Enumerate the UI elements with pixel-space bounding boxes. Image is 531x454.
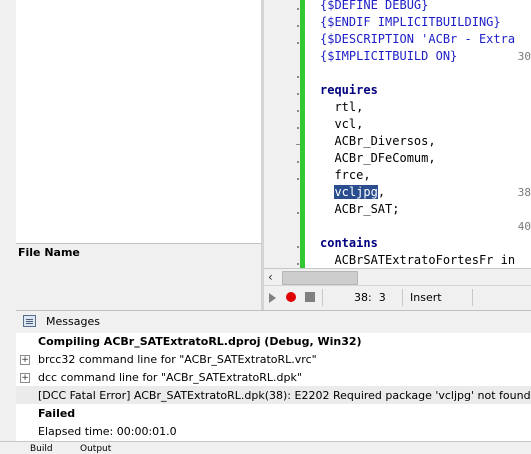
stop-macro-icon[interactable] [305,292,315,302]
error-message-row[interactable]: [DCC Fatal Error] ACBr_SATExtratoRL.dpk(… [38,389,531,402]
tab-output[interactable]: Output [80,444,111,454]
code-line: {$DEFINE DEBUG} [320,0,429,12]
code-line: ACBr_SAT; [320,202,400,216]
line-gutter [264,0,304,268]
status-separator [402,289,403,306]
code-line: ACBrSATExtratoFortesFr in [320,253,516,267]
gutter-dot [297,263,299,265]
code-line: rtl, [320,100,364,114]
tab-build[interactable]: Build [30,444,53,454]
code-line: ACBr_Diversos, [320,134,436,148]
gutter-dot [297,25,299,27]
scroll-thumb[interactable] [282,271,358,285]
code-text: , [377,185,386,199]
gutter-dot [297,246,299,248]
gutter-dot [297,42,299,44]
messages-title: Messages [46,315,100,328]
editor-status-bar: 38: 3 Insert [264,285,531,309]
left-margin [0,0,16,310]
code-line: contains [320,236,378,250]
message-row[interactable]: Compiling ACBr_SATExtratoRL.dproj (Debug… [38,335,362,348]
message-row[interactable]: dcc command line for "ACBr_SATExtratoRL.… [38,371,302,384]
project-file-list[interactable] [16,0,262,243]
code-line: vcl, [320,117,364,131]
message-row[interactable]: Elapsed time: 00:00:01.0 [38,425,177,438]
code-line: {$IMPLICITBUILD ON} [320,49,458,63]
scroll-left-arrow-icon[interactable]: ‹ [268,270,273,284]
message-row[interactable]: Failed [38,407,75,420]
messages-rows: Compiling ACBr_SATExtratoRL.dproj (Debug… [16,333,531,441]
expand-plus-icon[interactable]: + [20,373,30,383]
status-separator [472,289,473,306]
message-row[interactable]: brcc32 command line for "ACBr_SATExtrato… [38,353,317,366]
file-name-header-label: File Name [18,246,80,259]
change-bar [300,0,305,268]
code-line: {$ENDIF IMPLICITBUILDING} [320,15,501,29]
gutter-dot [297,161,299,163]
bottom-tab-strip: Build Output [0,441,531,454]
messages-icon [23,315,36,327]
cursor-position: 38: 3 [354,291,386,304]
code-line: vcljpg, [320,184,385,201]
insert-mode: Insert [410,291,442,304]
gutter-dash [296,144,300,145]
code-line: ACBr_DFeComum, [320,151,436,165]
gutter-dot [297,110,299,112]
code-line: {$DESCRIPTION 'ACBr - Extra [320,32,516,46]
line-number: 38 [517,186,531,199]
line-number: 40 [517,220,531,233]
horizontal-scrollbar[interactable]: ‹ [264,268,531,285]
gutter-dot [297,93,299,95]
expand-plus-icon[interactable]: + [20,355,30,365]
status-separator [322,289,323,306]
gutter-dot [297,178,299,180]
gutter-dot [297,127,299,129]
play-macro-icon[interactable] [269,293,276,303]
code-editor[interactable]: 30 38 40 {$DEFINE DEBUG} {$ENDIF IMPLICI… [264,0,531,268]
gutter-dot [297,76,299,78]
messages-panel-header: Messages [16,310,531,334]
line-number: 30 [517,50,531,63]
gutter-dot [297,8,299,10]
code-line: requires [320,83,378,97]
code-line: frce, [320,168,371,182]
gutter-dot [297,212,299,214]
file-name-column-header[interactable]: File Name [16,243,261,288]
selected-text[interactable]: vcljpg [334,185,378,199]
record-macro-icon[interactable] [286,292,296,302]
